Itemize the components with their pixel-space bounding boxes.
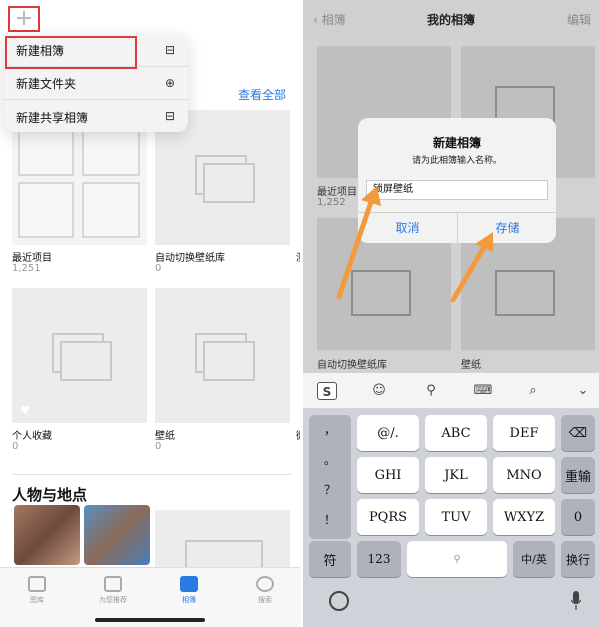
new-album-screen: ‹ 相簿 我的相簿 编辑 最近项目 1,252 自动切换壁纸库 壁纸 新建相簿 … (303, 0, 599, 627)
keyboard-toolbar: S ☺ ⚲ ⌨ ⌕ ⌄ (303, 373, 599, 409)
album-name: 自动切换壁纸库 (155, 253, 225, 264)
people-places-title: 人物与地点 (12, 486, 88, 504)
photo-library-icon (28, 576, 46, 592)
space-key[interactable]: ⚲ (407, 541, 507, 577)
delete-icon: ⌫ (568, 425, 588, 441)
heart-icon: ♥ (20, 404, 30, 417)
dialog-title: 新建相簿 (432, 136, 481, 150)
tab-library[interactable]: 图库 (12, 576, 62, 605)
dialog-message: 请为此相簿输入名称。 (411, 156, 502, 166)
for-you-icon (104, 576, 122, 592)
sogou-logo-icon[interactable]: S (317, 382, 337, 400)
microphone-icon: ⚲ (453, 553, 461, 565)
folder-plus-icon: ⊕ (164, 76, 176, 90)
return-key[interactable]: 换行 (561, 541, 595, 577)
people-thumbnail[interactable] (14, 505, 80, 565)
album-name: 个人收藏 (12, 431, 52, 442)
page-title: 我的相簿 (426, 13, 475, 27)
people-thumbnail[interactable] (84, 505, 150, 565)
dictation-mic-icon[interactable] (571, 591, 581, 611)
key[interactable]: DEF (493, 415, 555, 451)
album-stack-icon: ⊟ (164, 43, 176, 57)
delete-key[interactable]: ⌫ (561, 415, 595, 451)
search-icon[interactable]: ⌕ (523, 382, 543, 400)
save-button[interactable]: 存储 (458, 213, 556, 243)
globe-icon[interactable] (329, 591, 349, 611)
key[interactable]: MNO (493, 457, 555, 493)
divider (12, 474, 292, 475)
microphone-icon[interactable]: ⚲ (421, 382, 441, 400)
album-name-partial: 微 (296, 427, 300, 442)
menu-item-new-folder[interactable]: 新建文件夹 ⊕ (4, 68, 188, 100)
bg-album-name: 壁纸 (461, 360, 481, 371)
album-count: 0 (155, 263, 162, 274)
cancel-button[interactable]: 取消 (358, 213, 457, 243)
key[interactable]: ABC (425, 415, 487, 451)
places-card[interactable] (155, 510, 290, 570)
nav-bar: ‹ 相簿 我的相簿 编辑 (303, 0, 599, 40)
album-name-partial: 测 (296, 249, 300, 264)
key[interactable]: WXYZ (493, 499, 555, 535)
album-count: 0 (12, 441, 19, 452)
albums-screen: + 查看全部 最近项目 1,251 自动切换壁纸库 0 测 ♥ 个人收藏 0 壁… (0, 0, 300, 627)
key[interactable]: PQRS (357, 499, 419, 535)
tab-for-you[interactable]: 为您推荐 (88, 576, 138, 605)
album-name: 最近项目 (12, 253, 52, 264)
edit-button[interactable]: 编辑 (567, 11, 591, 28)
add-menu: 新建相簿 ⊟ 新建文件夹 ⊕ 新建共享相簿 ⊟ (4, 35, 188, 132)
numbers-key[interactable]: 123 (357, 541, 401, 577)
new-album-dialog: 新建相簿 请为此相簿输入名称。 锁屏壁纸 取消 存储 (358, 118, 556, 243)
punctuation-column[interactable]: ， 。 ？ ！ (309, 415, 351, 539)
tab-search[interactable]: 搜索 (240, 576, 290, 605)
key[interactable]: @/. (357, 415, 419, 451)
see-all-link[interactable]: 查看全部 (238, 86, 286, 103)
emoji-icon[interactable]: ☺ (369, 382, 389, 400)
symbols-key[interactable]: 符 (309, 541, 351, 577)
language-key[interactable]: 中/英 (513, 541, 555, 577)
albums-icon (180, 576, 198, 592)
album-card-favorites[interactable]: ♥ (12, 288, 147, 423)
search-icon (256, 576, 274, 592)
add-button[interactable]: + (8, 6, 40, 32)
key[interactable]: JKL (425, 457, 487, 493)
album-card-wallpaper[interactable] (155, 288, 290, 423)
zero-key[interactable]: 0 (561, 499, 595, 535)
screenshot-root: + 查看全部 最近项目 1,251 自动切换壁纸库 0 测 ♥ 个人收藏 0 壁… (0, 0, 599, 627)
keyboard-icon[interactable]: ⌨ (473, 382, 493, 400)
album-count: 0 (155, 441, 162, 452)
bg-album-name: 自动切换壁纸库 (317, 360, 387, 371)
bg-album-name: 最近项目 (317, 187, 357, 198)
bg-album-count: 1,252 (317, 197, 346, 208)
retype-key[interactable]: 重输 (561, 457, 595, 493)
key[interactable]: GHI (357, 457, 419, 493)
menu-item-new-shared-album[interactable]: 新建共享相簿 ⊟ (4, 101, 188, 132)
keyboard: S ☺ ⚲ ⌨ ⌕ ⌄ ， 。 ？ ！ @/. ABC DEF ⌫ GHI JK… (303, 373, 599, 627)
album-count: 1,251 (12, 263, 41, 274)
tab-albums[interactable]: 相簿 (164, 576, 214, 605)
plus-icon: + (14, 6, 34, 31)
key[interactable]: TUV (425, 499, 487, 535)
chevron-down-icon[interactable]: ⌄ (573, 382, 593, 400)
album-name: 壁纸 (155, 431, 175, 442)
album-name-input[interactable]: 锁屏壁纸 (366, 180, 548, 200)
home-indicator (95, 618, 205, 622)
menu-item-new-album[interactable]: 新建相簿 ⊟ (4, 35, 188, 67)
shared-album-icon: ⊟ (164, 109, 176, 123)
